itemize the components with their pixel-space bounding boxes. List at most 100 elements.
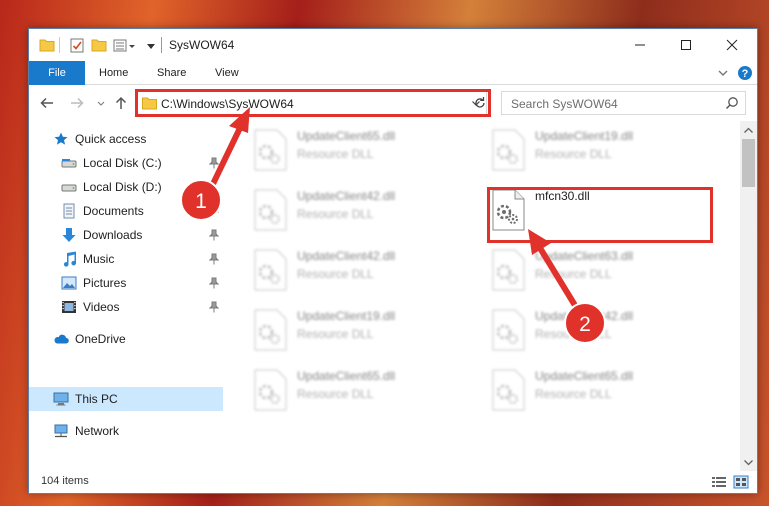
svg-text:?: ? [742,68,749,80]
sidebar-item-label: Documents [83,204,144,218]
tab-view[interactable]: View [205,61,249,85]
new-folder-icon[interactable] [91,36,107,54]
refresh-button[interactable] [469,91,491,115]
sidebar-item-network[interactable]: Network [29,419,223,443]
back-button[interactable] [39,95,55,111]
dll-file-icon [491,189,525,231]
list-item[interactable]: UpdateClient42.dll Resource DLL [225,243,455,299]
title-bar: SysWOW64 [29,29,757,61]
list-item[interactable]: UpdateClient65.dll Resource DLL [225,123,455,179]
sidebar-item-pictures[interactable]: Pictures [29,271,223,295]
sidebar-item-local-disk-c[interactable]: Local Disk (C:) [29,151,223,175]
customize-toolbar-icon[interactable] [113,36,135,54]
sidebar-item-label: Music [83,252,115,266]
address-path: C:\Windows\SysWOW64 [161,97,294,111]
folder-icon [142,96,157,110]
address-bar[interactable]: C:\Windows\SysWOW64 [137,91,487,115]
star-icon [53,131,69,147]
vertical-scrollbar[interactable] [740,121,757,471]
list-item[interactable]: UpdateClient19.dll Resource DLL [463,123,693,179]
recent-locations-button[interactable] [93,95,109,111]
scrollbar-thumb[interactable] [742,139,755,187]
sidebar-item-label: Local Disk (C:) [83,156,162,170]
maximize-button[interactable] [663,29,709,60]
explorer-window: SysWOW64 File Home Share View ? C:\Windo… [28,28,758,494]
list-item[interactable]: UpdateClient19.dll Resource DLL [225,303,455,359]
file-name: UpdateClient42.dll [535,309,634,323]
dll-file-icon [253,309,287,351]
forward-button[interactable] [69,95,85,111]
search-box[interactable]: Search SysWOW64 [501,91,746,115]
file-name: UpdateClient63.dll [535,249,634,263]
pin-icon [208,157,220,169]
arrow-up-icon [115,96,127,109]
pin-icon [208,205,220,217]
sidebar-item-label: Local Disk (D:) [83,180,162,194]
sidebar-item-documents[interactable]: Documents [29,199,223,223]
status-bar: 104 items [29,471,757,493]
tab-home[interactable]: Home [89,61,138,85]
list-item[interactable]: UpdateClient63.dll Resource DLL [463,243,693,299]
dll-file-icon [253,249,287,291]
ribbon-tabs: File Home Share View ? [29,61,757,85]
sidebar-item-music[interactable]: Music [29,247,223,271]
sidebar-item-this-pc[interactable]: This PC [29,387,223,411]
file-type: Resource DLL [297,267,374,281]
expand-ribbon-icon[interactable] [715,65,731,81]
properties-icon[interactable] [69,36,85,54]
minimize-button[interactable] [617,29,663,60]
file-type: Resource DLL [297,387,374,401]
details-view-icon[interactable] [711,475,727,489]
chevron-down-icon[interactable] [143,36,159,54]
window-title: SysWOW64 [169,38,235,52]
list-item-mfcn30[interactable]: mfcn30.dll [463,183,693,239]
sidebar-item-videos[interactable]: Videos [29,295,223,319]
sidebar-item-quick-access[interactable]: Quick access [29,127,223,151]
list-item[interactable]: UpdateClient65.dll Resource DLL [463,363,693,419]
pin-icon [208,229,220,241]
download-icon [61,227,77,243]
refresh-icon [474,97,485,108]
chevron-up-icon [744,127,753,133]
sidebar-item-downloads[interactable]: Downloads [29,223,223,247]
cloud-icon [53,331,69,347]
file-name: mfcn30.dll [535,189,590,203]
list-item[interactable]: UpdateClient42.dll Resource DLL [225,183,455,239]
file-name: UpdateClient65.dll [297,129,396,143]
file-name: UpdateClient65.dll [297,369,396,383]
help-icon[interactable]: ? [737,65,753,81]
arrow-right-icon [71,97,84,109]
close-icon [726,39,738,50]
arrow-left-icon [40,97,53,109]
scroll-down-button[interactable] [740,454,757,471]
list-item[interactable]: UpdateClient65.dll Resource DLL [225,363,455,419]
dll-file-icon [253,189,287,231]
close-button[interactable] [709,29,755,60]
item-count: 104 items [41,475,89,487]
dll-file-icon [491,309,525,351]
tab-share[interactable]: Share [147,61,196,85]
chevron-down-icon [744,459,753,465]
drive-icon [61,179,77,195]
tab-file[interactable]: File [29,61,85,85]
file-type: Resource DLL [297,147,374,161]
file-type: Resource DLL [297,207,374,221]
tiles-view-icon[interactable] [733,475,749,489]
sidebar-item-local-disk-d[interactable]: Local Disk (D:) [29,175,223,199]
sidebar-item-label: Videos [83,300,120,314]
folder-icon [39,36,55,54]
navigation-pane: Quick access Local Disk (C:) Local Disk … [29,121,223,471]
scroll-up-button[interactable] [740,121,757,138]
dll-file-icon [491,129,525,171]
dll-file-icon [491,249,525,291]
up-button[interactable] [113,95,129,111]
sidebar-item-onedrive[interactable]: OneDrive [29,327,223,351]
list-item[interactable]: UpdateClient42.dll Resource DLL [463,303,693,359]
sidebar-item-label: OneDrive [75,332,126,346]
sidebar-item-label: Quick access [75,132,147,146]
file-type: Resource DLL [535,387,612,401]
pin-icon [208,277,220,289]
sidebar-item-label: This PC [75,392,118,406]
sidebar-item-label: Pictures [83,276,127,290]
drive-icon [61,155,77,171]
